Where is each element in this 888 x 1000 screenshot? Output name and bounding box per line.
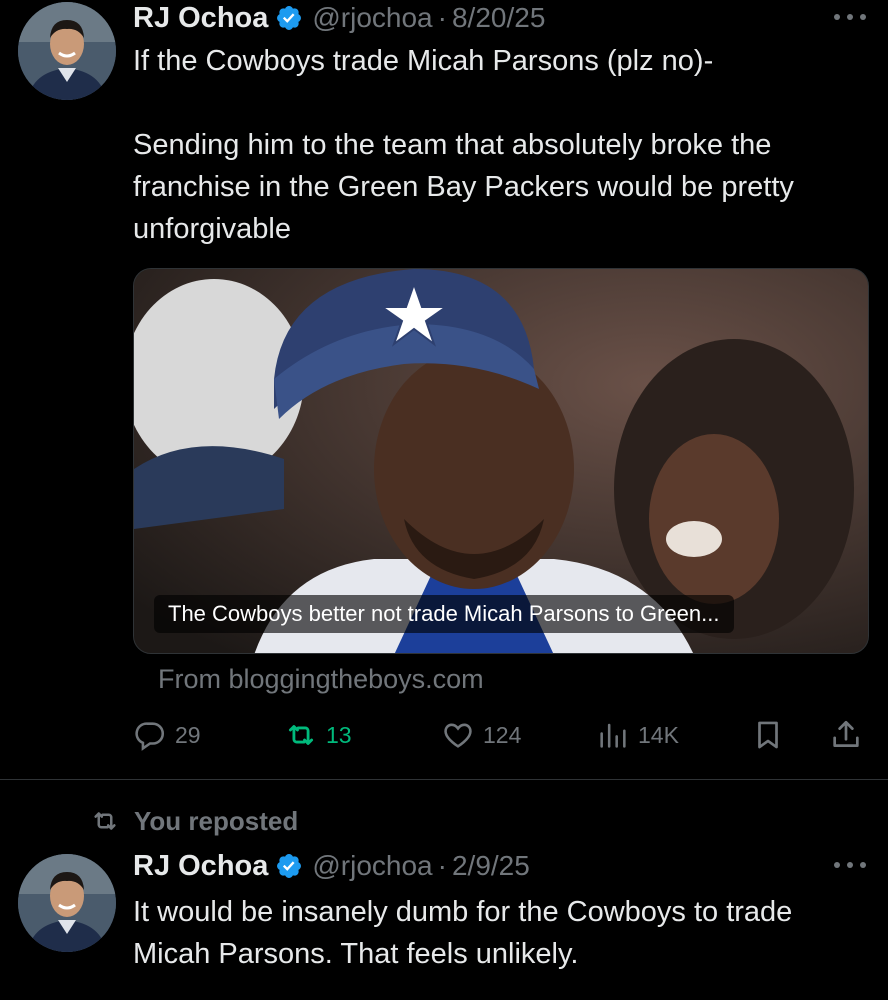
repost-label: You reposted xyxy=(134,805,299,836)
verified-badge-icon xyxy=(275,4,303,32)
avatar-image xyxy=(18,854,116,952)
card-source-link[interactable]: From bloggingtheboys.com xyxy=(158,664,484,695)
author-handle[interactable]: @rjochoa xyxy=(312,850,432,882)
repost-button[interactable]: 13 xyxy=(284,712,352,758)
repost-icon xyxy=(288,725,314,745)
heart-icon xyxy=(444,723,472,748)
reply-icon xyxy=(135,722,165,751)
bookmark-button[interactable] xyxy=(751,712,785,758)
reply-button[interactable]: 29 xyxy=(133,712,201,758)
tweet-header: RJ Ochoa @rjochoa · 2/9/25 xyxy=(133,848,530,884)
views-icon xyxy=(600,723,626,748)
tweet-1[interactable]: RJ Ochoa @rjochoa · 8/20/25 If the Cowbo… xyxy=(0,0,888,779)
separator-dot: · xyxy=(437,2,447,33)
reply-count: 29 xyxy=(175,721,201,748)
repost-icon xyxy=(94,812,116,830)
verified-badge-icon xyxy=(275,852,303,880)
share-icon xyxy=(833,720,859,747)
tweet-date[interactable]: 2/9/25 xyxy=(452,850,530,882)
tweet-text: It would be insanely dumb for the Cowboy… xyxy=(133,896,793,970)
author-avatar[interactable] xyxy=(18,854,116,952)
more-icon[interactable] xyxy=(834,11,866,23)
tweet-header: RJ Ochoa @rjochoa · 8/20/25 xyxy=(133,0,545,36)
author-avatar[interactable] xyxy=(18,2,116,100)
separator-dot: · xyxy=(437,850,447,881)
avatar-image xyxy=(18,2,116,100)
tweet-divider xyxy=(0,779,888,780)
author-name[interactable]: RJ Ochoa xyxy=(133,2,268,35)
link-card-image[interactable]: The Cowboys better not trade Micah Parso… xyxy=(133,268,869,654)
author-name[interactable]: RJ Ochoa xyxy=(133,850,268,883)
share-button[interactable] xyxy=(829,712,863,758)
tweet-2[interactable]: RJ Ochoa @rjochoa · 2/9/25 It would be i… xyxy=(0,846,888,1000)
tweet-date[interactable]: 8/20/25 xyxy=(452,2,545,34)
views-button[interactable]: 14K xyxy=(596,712,679,758)
more-icon[interactable] xyxy=(834,859,866,871)
tweet-text: If the Cowboys trade Micah Parsons (plz … xyxy=(133,45,794,245)
repost-count: 13 xyxy=(326,721,352,748)
views-count: 14K xyxy=(638,721,679,748)
like-button[interactable]: 124 xyxy=(441,712,521,758)
card-title: The Cowboys better not trade Micah Parso… xyxy=(154,595,734,633)
author-handle[interactable]: @rjochoa xyxy=(312,2,432,34)
action-bar: 29 13 124 14K xyxy=(0,712,888,758)
bookmark-icon xyxy=(758,721,778,749)
like-count: 124 xyxy=(483,721,522,748)
repost-indicator: You reposted xyxy=(88,803,298,839)
